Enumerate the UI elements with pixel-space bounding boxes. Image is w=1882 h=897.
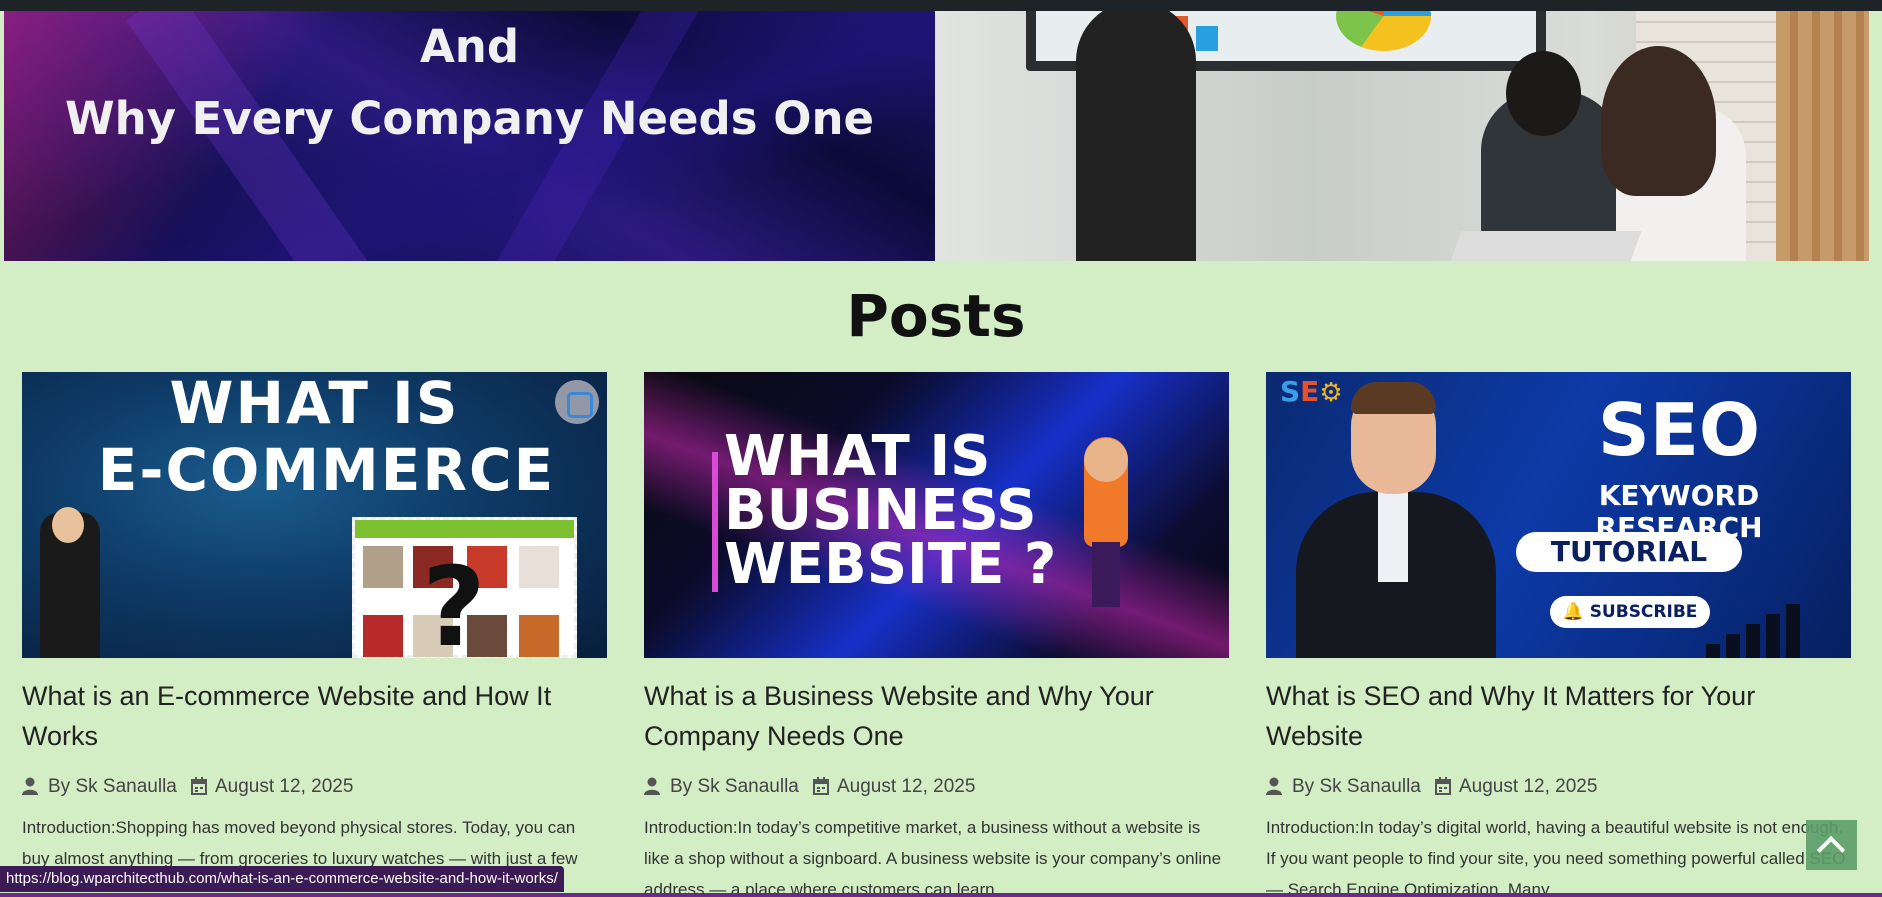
hero-title-line2: Why Every Company Needs One — [64, 92, 875, 145]
post-thumbnail[interactable]: WHAT IS BUSINESS WEBSITE ? — [644, 372, 1229, 658]
hero-image-laptop — [1450, 231, 1642, 261]
bell-icon: 🔔 — [1562, 602, 1584, 622]
thumbnail-accent-bar — [712, 452, 718, 592]
post-excerpt: Introduction:Shopping has moved beyond p… — [22, 818, 578, 868]
post-thumbnail[interactable]: SE⚙ SEO KEYWORD RESEARCH TUTORIAL 🔔 SUBS… — [1266, 372, 1851, 658]
hero-image-wood — [1776, 11, 1869, 261]
thumbnail-figure-hair — [1351, 382, 1436, 414]
chart-bar — [1766, 614, 1780, 658]
hero-title-line1: And — [419, 20, 520, 73]
product-tile — [519, 546, 559, 588]
post-excerpt: Introduction:In today’s digital world, h… — [1266, 818, 1846, 897]
thumbnail-figure-head — [52, 507, 84, 543]
post-meta: By Sk Sanaulla August 12, 2025 — [1266, 774, 1851, 798]
post-author[interactable]: By Sk Sanaulla — [1292, 776, 1421, 798]
seo-logo: SE⚙ — [1280, 375, 1343, 408]
thumbnail-text: E-COMMERCE — [97, 436, 556, 504]
hero-image-person-head — [1506, 51, 1581, 136]
post-date[interactable]: August 12, 2025 — [1459, 776, 1597, 798]
chart-bar — [1746, 624, 1760, 658]
hero-image-person — [1076, 11, 1196, 261]
admin-bar — [0, 0, 1882, 11]
gear-icon: ⚙ — [1319, 378, 1343, 408]
post-title-link[interactable]: What is SEO and Why It Matters for Your … — [1266, 676, 1851, 756]
post-excerpt: Introduction:In today’s competitive mark… — [644, 818, 1222, 897]
thumbnail-figure-legs — [1092, 542, 1120, 607]
post-thumbnail[interactable]: WHAT IS E-COMMERCE ? — [22, 372, 607, 658]
hero-image — [936, 11, 1869, 261]
seo-logo-letter: S — [1280, 375, 1301, 408]
user-icon — [644, 777, 660, 801]
thumbnail-subscribe-pill: 🔔 SUBSCRIBE — [1550, 596, 1710, 628]
post-card: WHAT IS E-COMMERCE ? What is an E-commer… — [22, 372, 607, 868]
thumbnail-text-line: WEBSITE ? — [724, 532, 1057, 597]
user-icon — [1266, 777, 1282, 801]
post-author[interactable]: By Sk Sanaulla — [48, 776, 177, 798]
post-author[interactable]: By Sk Sanaulla — [670, 776, 799, 798]
calendar-icon — [191, 777, 207, 801]
product-tile — [363, 615, 403, 657]
subscribe-label: SUBSCRIBE — [1589, 602, 1698, 622]
thumbnail-figure-shirt — [1378, 492, 1408, 582]
bottom-border — [0, 893, 1882, 897]
post-card: WHAT IS BUSINESS WEBSITE ? What is a Bus… — [644, 372, 1229, 897]
post-meta: By Sk Sanaulla August 12, 2025 — [22, 774, 607, 798]
thumbnail-text-line: WHAT IS — [724, 424, 991, 489]
thumbnail-tutorial-pill: TUTORIAL — [1516, 532, 1742, 572]
hero-text-panel: And Why Every Company Needs One — [4, 11, 935, 261]
posts-heading: Posts — [846, 282, 1026, 350]
hero-image-person-head — [1601, 46, 1716, 196]
chart-bar — [1706, 644, 1720, 658]
thumbnail-title: SEO — [1597, 388, 1761, 472]
post-date[interactable]: August 12, 2025 — [837, 776, 975, 798]
calendar-icon — [813, 777, 829, 801]
post-card: SE⚙ SEO KEYWORD RESEARCH TUTORIAL 🔔 SUBS… — [1266, 372, 1851, 897]
product-tile — [519, 615, 559, 657]
seo-logo-letter: E — [1300, 375, 1320, 408]
scan-icon[interactable] — [555, 380, 599, 424]
browser-status-url: https://blog.wparchitecthub.com/what-is-… — [0, 866, 564, 892]
user-icon — [22, 777, 38, 801]
product-tile — [363, 546, 403, 588]
post-title-link[interactable]: What is an E-commerce Website and How It… — [22, 676, 607, 756]
chart-bar — [1726, 634, 1740, 658]
thumbnail-bar-chart — [1706, 602, 1826, 658]
post-title-link[interactable]: What is a Business Website and Why Your … — [644, 676, 1229, 756]
shop-header-bar — [355, 520, 574, 538]
hero-banner: And Why Every Company Needs One — [4, 11, 1869, 261]
thumbnail-text: WHAT IS BUSINESS WEBSITE ? — [724, 424, 1057, 597]
scroll-to-top-button[interactable] — [1806, 820, 1857, 870]
thumbnail-text-line: BUSINESS — [724, 478, 1037, 543]
post-date[interactable]: August 12, 2025 — [215, 776, 353, 798]
thumbnail-text: WHAT IS — [169, 372, 460, 437]
chart-bar — [1786, 604, 1800, 658]
calendar-icon — [1435, 777, 1451, 801]
hero-image-bar — [1196, 26, 1218, 51]
thumbnail-figure-head — [1084, 438, 1128, 482]
post-meta: By Sk Sanaulla August 12, 2025 — [644, 774, 1229, 798]
question-mark: ? — [422, 543, 486, 658]
